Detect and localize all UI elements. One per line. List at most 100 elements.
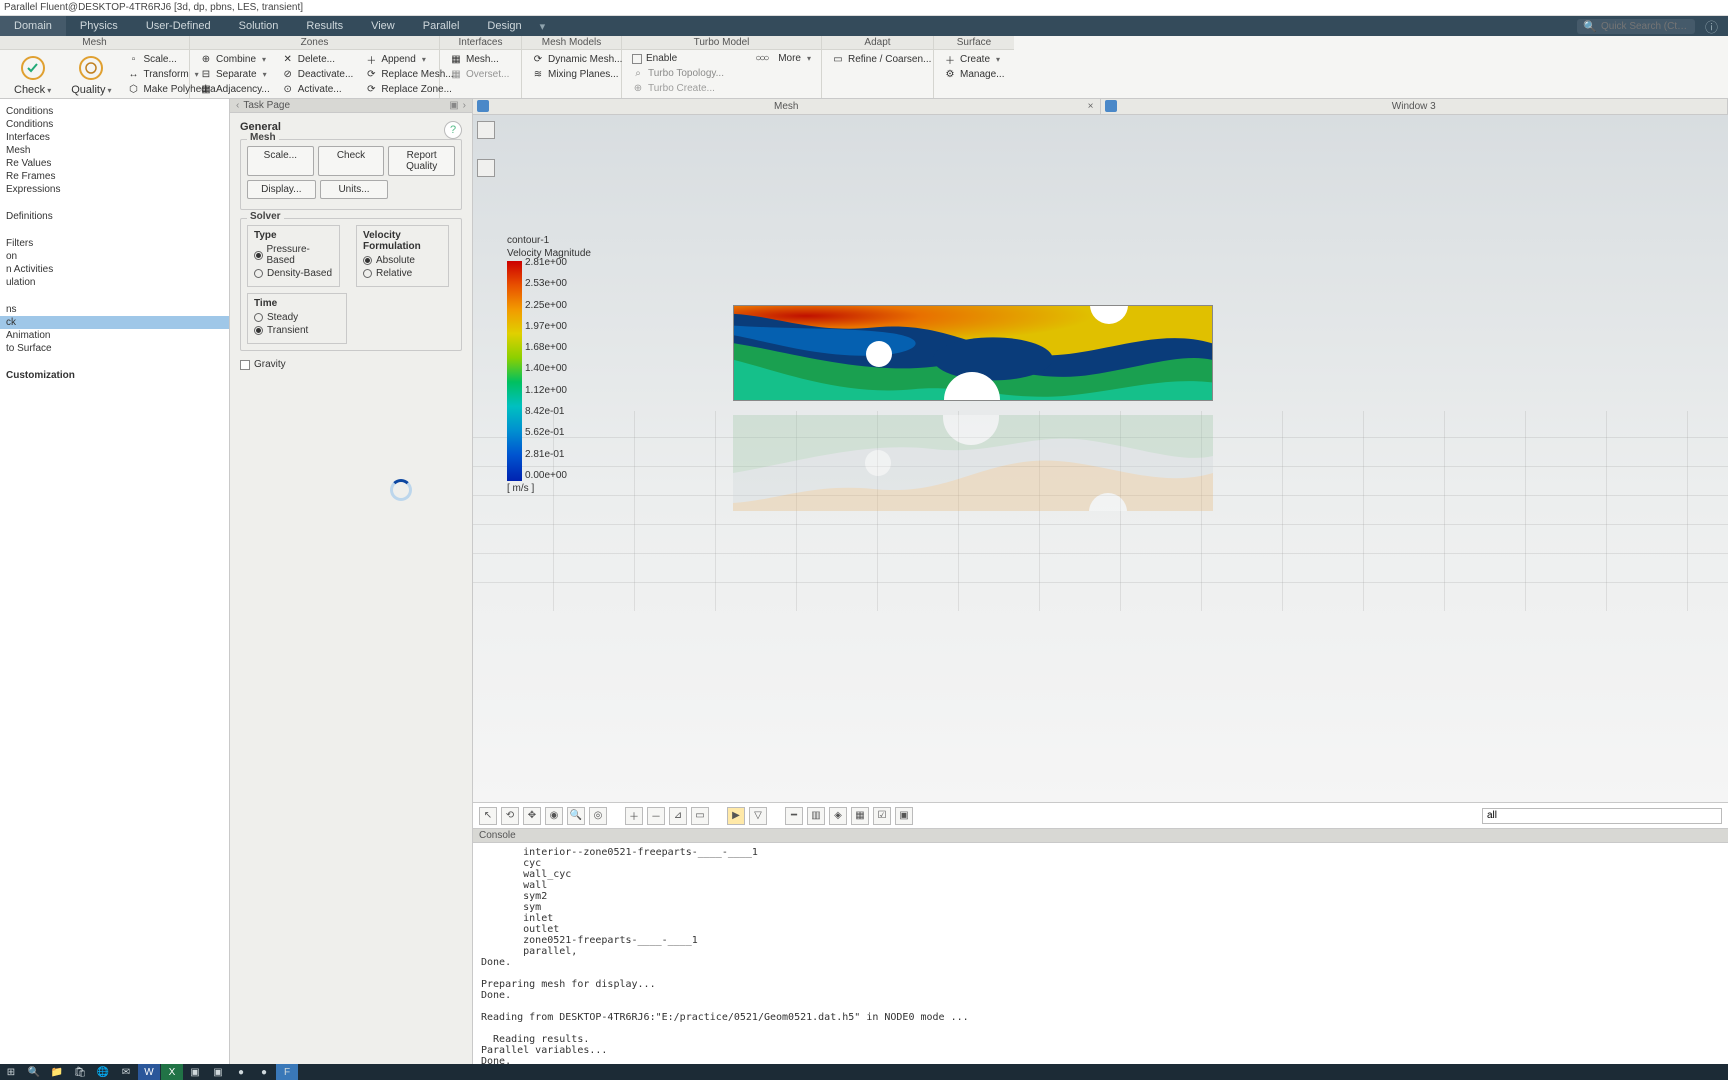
showall-icon[interactable]: ▥ (807, 807, 825, 825)
grid-icon[interactable]: ▣ (895, 807, 913, 825)
tree-item[interactable]: Customization (0, 369, 229, 382)
check-task-button[interactable]: Check (318, 146, 385, 176)
tab-mesh[interactable]: Mesh × (473, 99, 1101, 114)
absolute-radio[interactable]: Absolute (363, 254, 442, 267)
help-icon[interactable]: ⓘ (1705, 17, 1718, 36)
search-tb-icon[interactable]: 🔍 (23, 1064, 45, 1080)
tab-window3[interactable]: Window 3 (1101, 99, 1728, 114)
gravity-checkbox[interactable]: Gravity (240, 359, 462, 370)
explorer-icon[interactable]: 📁 (46, 1064, 68, 1080)
outline-tree[interactable]: ConditionsConditionsInterfacesMeshRe Val… (0, 99, 230, 1064)
menu-userdefined[interactable]: User-Defined (132, 16, 225, 36)
store-icon[interactable]: 🛍 (69, 1064, 91, 1080)
menu-physics[interactable]: Physics (66, 16, 132, 36)
density-based-radio[interactable]: Density-Based (254, 267, 333, 280)
menu-results[interactable]: Results (292, 16, 357, 36)
tree-item[interactable]: Re Values (0, 157, 229, 170)
mixing-planes-button[interactable]: ≋Mixing Planes... (528, 67, 626, 81)
select-icon[interactable]: ↖ (479, 807, 497, 825)
menu-design[interactable]: Design (473, 16, 535, 36)
view-axes-icon[interactable] (477, 159, 495, 177)
app4-icon[interactable]: ● (253, 1064, 275, 1080)
delete-button[interactable]: ✕Delete... (278, 52, 358, 66)
report-quality-button[interactable]: Report Quality (388, 146, 455, 176)
pressure-based-radio[interactable]: Pressure-Based (254, 243, 333, 267)
collapse-left-icon[interactable]: ‹ (236, 100, 239, 111)
check-button[interactable]: Check▾ (6, 52, 59, 98)
edge-icon[interactable]: 🌐 (92, 1064, 114, 1080)
overset-button[interactable]: ▦Overset... (446, 67, 513, 81)
steady-radio[interactable]: Steady (254, 311, 340, 324)
quick-search[interactable]: 🔍 (1577, 19, 1695, 34)
units-task-button[interactable]: Units... (320, 180, 389, 199)
app3-icon[interactable]: ● (230, 1064, 252, 1080)
play-icon[interactable]: ▶ (727, 807, 745, 825)
fluent-taskbar-icon[interactable]: F (276, 1064, 298, 1080)
chevron-down-icon[interactable]: ▾ (540, 20, 546, 33)
orbit-icon[interactable]: ◉ (545, 807, 563, 825)
close-icon[interactable]: × (1088, 101, 1094, 112)
app-icon[interactable]: ▣ (184, 1064, 206, 1080)
filter-icon[interactable]: ▽ (749, 807, 767, 825)
pan-icon[interactable]: ✥ (523, 807, 541, 825)
popout-icon[interactable]: ▣ (449, 100, 458, 111)
refine-coarsen-button[interactable]: ▭Refine / Coarsen... (828, 52, 935, 66)
fit-icon[interactable]: ◎ (589, 807, 607, 825)
tree-item[interactable]: Definitions (0, 210, 229, 223)
tree-item[interactable]: Re Frames (0, 170, 229, 183)
display-task-button[interactable]: Display... (247, 180, 316, 199)
render-view[interactable]: contour-1 Velocity Magnitude 2.81e+002.5… (473, 115, 1728, 802)
interfaces-mesh-button[interactable]: ▦Mesh... (446, 52, 513, 66)
tree-item[interactable]: ulation (0, 276, 229, 289)
tree-item[interactable]: on (0, 250, 229, 263)
menu-domain[interactable]: Domain (0, 16, 66, 36)
turbo-more-button[interactable]: ○○○ More▾ (751, 52, 815, 65)
deactivate-button[interactable]: ⊘Deactivate... (278, 67, 358, 81)
word-icon[interactable]: W (138, 1064, 160, 1080)
dynamic-mesh-button[interactable]: ⟳Dynamic Mesh... (528, 52, 626, 66)
help-icon[interactable]: ? (444, 121, 462, 139)
app2-icon[interactable]: ▣ (207, 1064, 229, 1080)
tree-item[interactable]: Mesh (0, 144, 229, 157)
menu-view[interactable]: View (357, 16, 409, 36)
tree-item[interactable]: Expressions (0, 183, 229, 196)
hide-icon[interactable]: ━ (785, 807, 803, 825)
zoomin-icon[interactable]: ＋ (625, 807, 643, 825)
tree-item[interactable]: to Surface (0, 342, 229, 355)
tree-item[interactable]: Conditions (0, 105, 229, 118)
surface-create-button[interactable]: ＋Create▾ (940, 52, 1008, 66)
excel-icon[interactable]: X (161, 1064, 183, 1080)
surface-manage-button[interactable]: ⚙Manage... (940, 67, 1008, 81)
tree-item[interactable]: ck (0, 316, 229, 329)
tree-item[interactable]: Filters (0, 237, 229, 250)
activate-button[interactable]: ⊙Activate... (278, 82, 358, 96)
surface-filter-input[interactable] (1482, 808, 1722, 824)
console-output[interactable]: interior--zone0521-freeparts-____-____1 … (473, 843, 1728, 1064)
rotate-icon[interactable]: ⟲ (501, 807, 519, 825)
separate-button[interactable]: ⊟Separate▾ (196, 67, 274, 81)
plot-icon[interactable]: ☑ (873, 807, 891, 825)
transient-radio[interactable]: Transient (254, 324, 340, 337)
quick-search-input[interactable] (1599, 20, 1689, 33)
turbo-enable-button[interactable]: Enable (628, 52, 728, 65)
mail-icon[interactable]: ✉ (115, 1064, 137, 1080)
menu-solution[interactable]: Solution (225, 16, 293, 36)
adjacency-button[interactable]: ▦Adjacency... (196, 82, 274, 96)
menu-parallel[interactable]: Parallel (409, 16, 474, 36)
zoomout-icon[interactable]: － (647, 807, 665, 825)
snapshot-icon[interactable]: ▭ (691, 807, 709, 825)
tree-item[interactable]: Interfaces (0, 131, 229, 144)
turbo-create-button[interactable]: ⊕Turbo Create... (628, 81, 728, 95)
tree-item[interactable]: ns (0, 303, 229, 316)
collapse-right-icon[interactable]: › (463, 100, 466, 111)
os-taskbar[interactable]: ⊞ 🔍 📁 🛍 🌐 ✉ W X ▣ ▣ ● ● F (0, 1064, 1728, 1080)
tree-item[interactable]: n Activities (0, 263, 229, 276)
quality-button[interactable]: Quality▾ (63, 52, 119, 98)
scale-task-button[interactable]: Scale... (247, 146, 314, 176)
combine-button[interactable]: ⊕Combine▾ (196, 52, 274, 66)
tree-item[interactable]: Animation (0, 329, 229, 342)
turbo-topology-button[interactable]: ⌕Turbo Topology... (628, 66, 728, 80)
zoom-icon[interactable]: 🔍 (567, 807, 585, 825)
relative-radio[interactable]: Relative (363, 267, 442, 280)
view-cube-icon[interactable] (477, 121, 495, 139)
